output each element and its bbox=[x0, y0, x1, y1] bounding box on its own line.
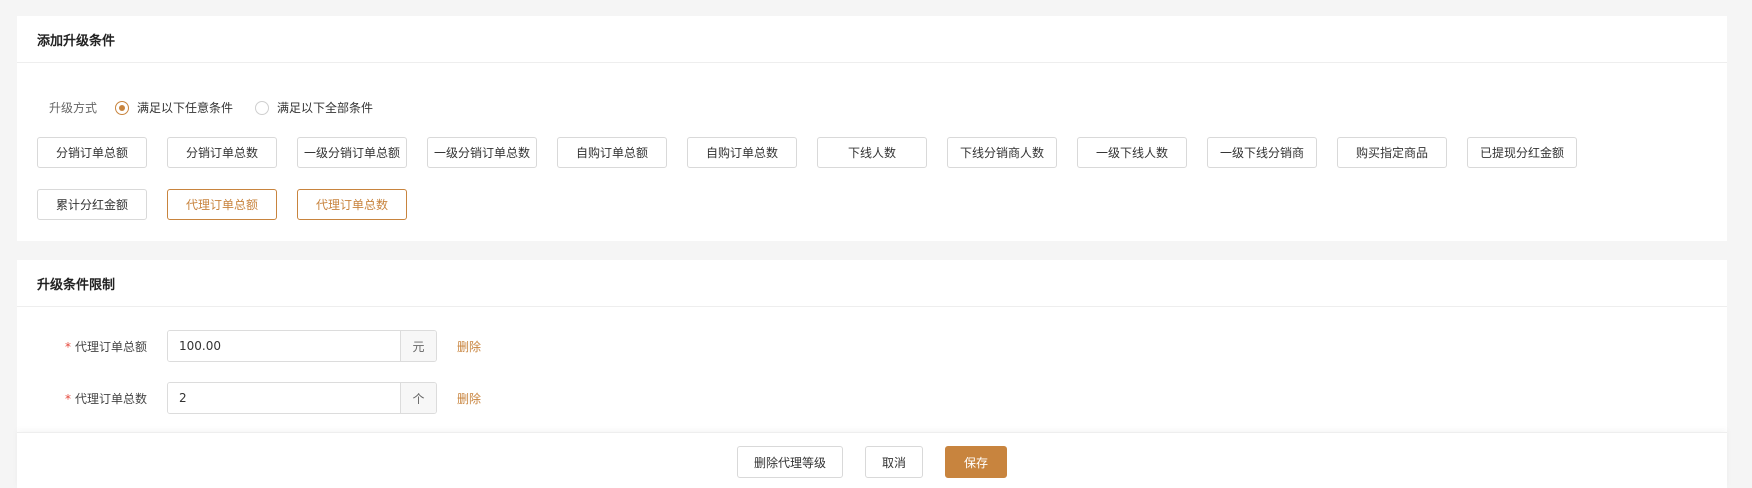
upgrade-mode-group: 升级方式 满足以下任意条件 满足以下全部条件 bbox=[49, 99, 395, 116]
save-button[interactable]: 保存 bbox=[945, 446, 1008, 478]
radio-unchecked-icon bbox=[255, 100, 270, 115]
delete-link[interactable]: 删除 bbox=[457, 390, 481, 407]
condition-button-total-dividend[interactable]: 累计分红金额 bbox=[37, 189, 147, 220]
delete-link[interactable]: 删除 bbox=[457, 338, 481, 355]
limit-row-agent-order-amount: *代理订单总额 元 删除 bbox=[17, 330, 481, 362]
add-conditions-card: 添加升级条件 升级方式 满足以下任意条件 满足以下全部条件 分销订单总额 分销订… bbox=[17, 16, 1727, 241]
required-mark: * bbox=[64, 391, 71, 406]
condition-button-self-order-amount[interactable]: 自购订单总额 bbox=[557, 137, 667, 168]
radio-label: 满足以下全部条件 bbox=[277, 101, 374, 115]
condition-button-distribution-order-count[interactable]: 分销订单总数 bbox=[167, 137, 277, 168]
condition-button-agent-order-count[interactable]: 代理订单总数 bbox=[297, 189, 407, 220]
scrollbar-track[interactable] bbox=[1744, 0, 1752, 488]
condition-button-buy-specified-product[interactable]: 购买指定商品 bbox=[1337, 137, 1447, 168]
limit-row-agent-order-count: *代理订单总数 个 删除 bbox=[17, 382, 481, 414]
cancel-button[interactable]: 取消 bbox=[864, 446, 923, 478]
unit-suffix: 个 bbox=[400, 383, 436, 413]
condition-button-agent-order-amount[interactable]: 代理订单总额 bbox=[167, 189, 277, 220]
card-title: 添加升级条件 bbox=[17, 16, 1727, 63]
delete-agent-level-button[interactable]: 删除代理等级 bbox=[736, 446, 843, 478]
agent-order-amount-input[interactable] bbox=[168, 331, 400, 361]
condition-button-level1-order-amount[interactable]: 一级分销订单总额 bbox=[297, 137, 407, 168]
footer-action-bar: 删除代理等级 取消 保存 bbox=[17, 432, 1727, 488]
upgrade-mode-label: 升级方式 bbox=[49, 101, 98, 115]
field-label: * 代理订单总额 bbox=[64, 339, 147, 354]
condition-button-downline-distributor-count[interactable]: 下线分销商人数 bbox=[947, 137, 1057, 168]
radio-all-conditions[interactable]: 满足以下全部条件 bbox=[255, 99, 373, 116]
condition-button-self-order-count[interactable]: 自购订单总数 bbox=[687, 137, 797, 168]
unit-suffix: 元 bbox=[400, 331, 436, 361]
required-mark: * bbox=[64, 339, 71, 354]
input-group: 元 bbox=[167, 330, 437, 362]
input-group: 个 bbox=[167, 382, 437, 414]
condition-button-level1-order-count[interactable]: 一级分销订单总数 bbox=[427, 137, 537, 168]
agent-order-count-input[interactable] bbox=[168, 383, 400, 413]
condition-button-grid: 分销订单总额 分销订单总数 一级分销订单总额 一级分销订单总数 自购订单总额 自… bbox=[37, 137, 1577, 220]
condition-button-distribution-order-amount[interactable]: 分销订单总额 bbox=[37, 137, 147, 168]
field-label: * 代理订单总数 bbox=[64, 391, 147, 406]
card-title: 升级条件限制 bbox=[17, 260, 1727, 307]
condition-button-downline-count[interactable]: 下线人数 bbox=[817, 137, 927, 168]
condition-button-level1-downline-count[interactable]: 一级下线人数 bbox=[1077, 137, 1187, 168]
condition-limits-card: 升级条件限制 *代理订单总额 元 删除 *代理订单总数 个 删除 bbox=[17, 260, 1727, 432]
radio-checked-icon bbox=[115, 100, 130, 115]
condition-button-withdrawn-dividend[interactable]: 已提现分红金额 bbox=[1467, 137, 1577, 168]
condition-button-level1-downline-distributor[interactable]: 一级下线分销商 bbox=[1207, 137, 1317, 168]
radio-any-condition[interactable]: 满足以下任意条件 bbox=[115, 99, 233, 116]
radio-label: 满足以下任意条件 bbox=[137, 101, 234, 115]
